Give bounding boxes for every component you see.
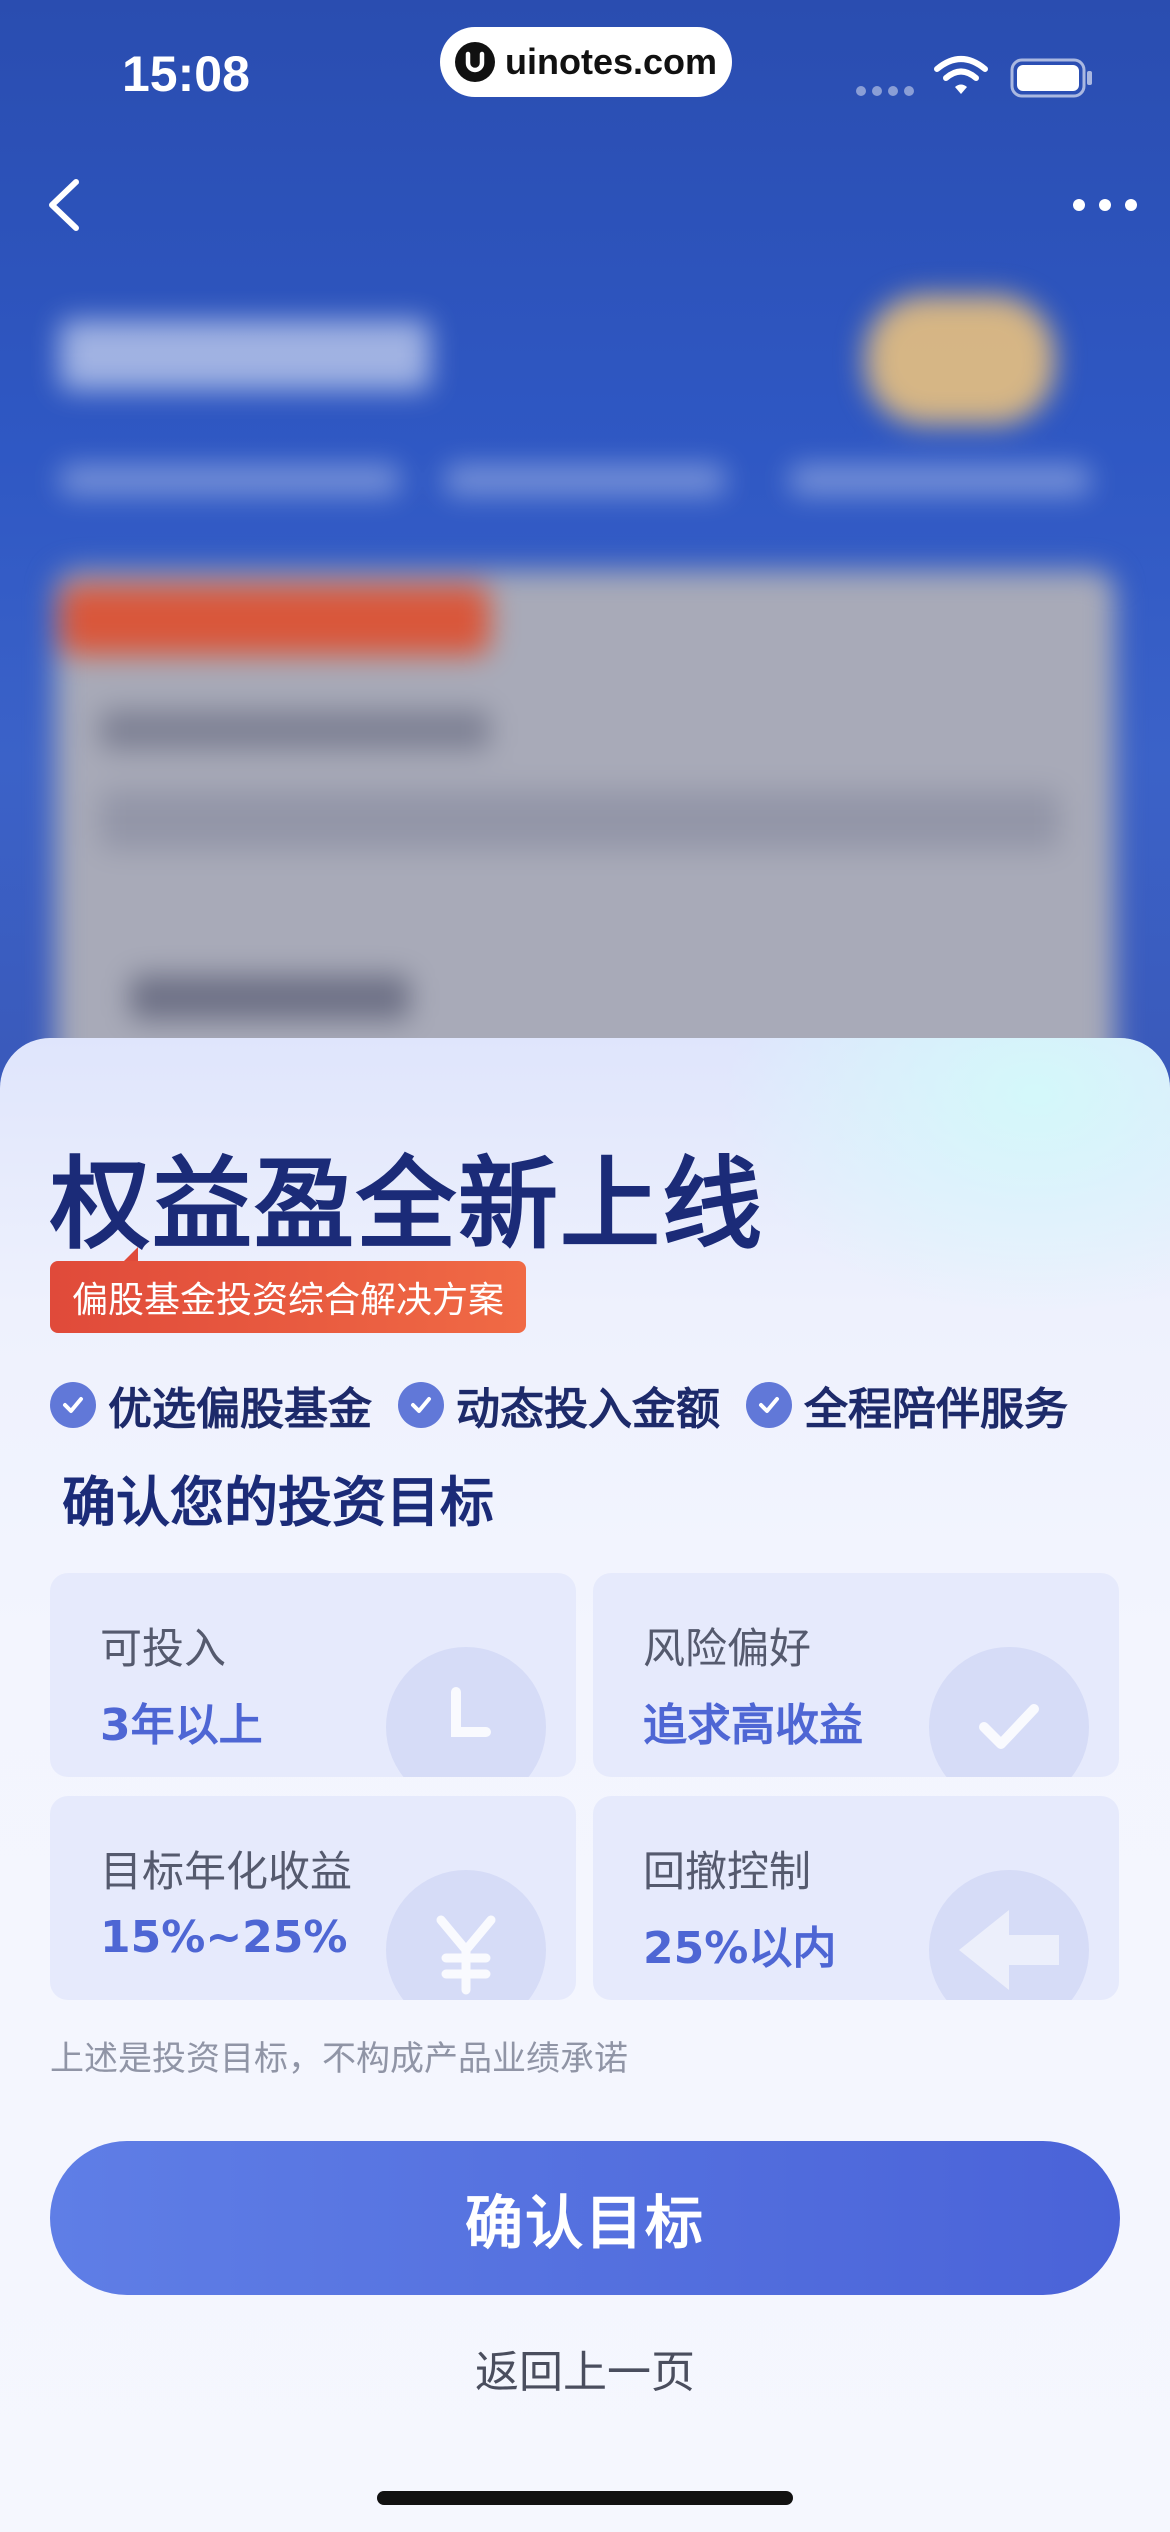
- goal-value: 15%~25%: [100, 1912, 348, 1963]
- bg-text-block: [100, 710, 490, 750]
- goal-value: 25%以内: [643, 1923, 837, 1974]
- goal-card-invest-period: 可投入 3年以上: [50, 1573, 576, 1777]
- bg-subtitle-block: [60, 465, 400, 495]
- wifi-icon: [934, 56, 988, 94]
- section-title: 确认您的投资目标: [62, 1471, 494, 1534]
- chevron-left-icon: [49, 179, 79, 231]
- goal-confirm-sheet: 权益盈全新上线 偏股基金投资综合解决方案 优选偏股基金 动态投入金额 全程陪伴服…: [0, 1038, 1170, 2532]
- goal-label: 风险偏好: [643, 1624, 812, 1673]
- bg-gold-illustration: [865, 295, 1055, 425]
- more-dots-icon: [1073, 199, 1137, 211]
- status-time: 15:08: [122, 46, 250, 102]
- confirm-goal-button[interactable]: 确认目标: [50, 2141, 1120, 2295]
- back-button[interactable]: [40, 170, 100, 240]
- url-pill: uinotes.com: [440, 27, 732, 97]
- hero-tag: 偏股基金投资综合解决方案: [50, 1247, 527, 1333]
- clock-icon: [386, 1647, 546, 1777]
- url-text: uinotes.com: [504, 41, 718, 82]
- arrow-icon: [929, 1870, 1089, 2000]
- feature-label: 动态投入金额: [456, 1384, 720, 1435]
- check-circle-icon: [746, 1382, 792, 1428]
- goal-value: 追求高收益: [643, 1700, 863, 1751]
- feature-item: 全程陪伴服务: [746, 1373, 1068, 1437]
- goal-label: 回撤控制: [643, 1847, 812, 1896]
- goal-label: 目标年化收益: [100, 1847, 353, 1896]
- goal-card-drawdown-control: 回撤控制 25%以内: [593, 1796, 1119, 2000]
- feature-label: 全程陪伴服务: [804, 1384, 1068, 1435]
- feature-label: 优选偏股基金: [108, 1384, 372, 1435]
- battery-icon: [1010, 58, 1092, 98]
- yen-coin-icon: [386, 1870, 546, 2000]
- goal-value: 3年以上: [100, 1700, 263, 1751]
- uinotes-logo-icon: [454, 42, 495, 82]
- bg-text-block: [130, 975, 410, 1020]
- disclaimer-text: 上述是投资目标，不构成产品业绩承诺: [50, 2039, 628, 2079]
- shield-check-icon: [929, 1647, 1089, 1777]
- feature-list: 优选偏股基金 动态投入金额 全程陪伴服务: [50, 1373, 1130, 1437]
- sheet-glow: [720, 1038, 1170, 1318]
- check-circle-icon: [50, 1382, 96, 1428]
- home-indicator: [377, 2491, 793, 2505]
- more-button[interactable]: [1065, 185, 1145, 225]
- goal-card-risk-preference: 风险偏好 追求高收益: [593, 1573, 1119, 1777]
- bg-text-block: [100, 790, 1060, 850]
- screen: 15:08 uinotes.com 权益盈全新上线 偏股基金投资综合解决方案 优…: [0, 0, 1170, 2532]
- back-previous-link[interactable]: 返回上一页: [0, 2336, 1170, 2400]
- hero-title: 权益盈全新上线: [50, 1146, 764, 1263]
- feature-item: 动态投入金额: [398, 1373, 720, 1437]
- check-circle-icon: [398, 1382, 444, 1428]
- feature-item: 优选偏股基金: [50, 1373, 372, 1437]
- bg-title-block: [60, 320, 430, 390]
- bg-red-tag: [60, 585, 490, 655]
- signal-icon: [856, 86, 914, 96]
- goal-card-target-return: 目标年化收益 15%~25%: [50, 1796, 576, 2000]
- goal-label: 可投入: [100, 1624, 227, 1673]
- bg-subtitle-block: [790, 465, 1090, 495]
- bg-subtitle-block: [445, 465, 725, 495]
